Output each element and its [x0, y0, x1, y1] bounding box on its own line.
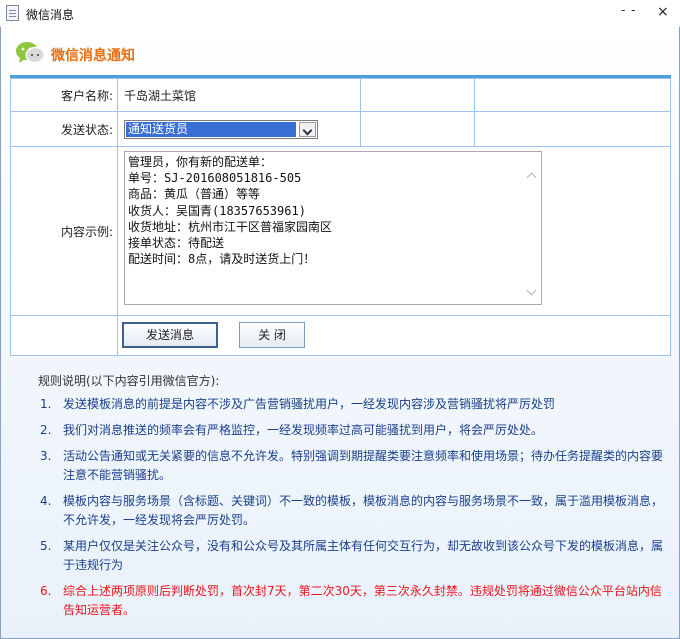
minimize-button[interactable]: - - [621, 3, 636, 17]
rule-item: 4. 模板内容与服务场景（含标题、关键词）不一致的模板，模板消息的内容与服务场景… [38, 492, 668, 530]
status-label: 发送状态: [10, 111, 118, 147]
rule-item: 1. 发送模板消息的前提是内容不涉及广告营销骚扰用户，一经发现内容涉及营销骚扰将… [38, 395, 668, 414]
empty-cell [474, 111, 671, 147]
content-line: 收货地址：杭州市江干区普福家园南区 [128, 219, 333, 234]
rule-number: 6. [40, 584, 52, 598]
wechat-icon [16, 42, 45, 64]
rule-number: 1. [40, 397, 52, 411]
rule-number: 2. [40, 423, 52, 437]
send-message-button[interactable]: 发送消息 [122, 322, 218, 348]
content-line: 接单状态：待配送 [128, 236, 225, 251]
content-line: 管理员，你有新的配送单： [128, 155, 273, 169]
rule-item: 6. 综合上述两项原则后判断处罚，首次封7天，第二次30天，第三次永久封禁。违规… [38, 582, 668, 620]
dialog-body: 微信消息通知 客户名称: 千岛湖土菜馆 发送状态: 通知送货员 内容示例: 管理… [0, 27, 680, 639]
scroll-up-icon[interactable] [526, 172, 537, 183]
window-titlebar: 微信消息 - - × [0, 0, 680, 27]
content-line: 单号：SJ-201608051816-505 [128, 171, 302, 186]
customer-label: 客户名称: [10, 78, 118, 112]
rule-text: 发送模板消息的前提是内容不涉及广告营销骚扰用户，一经发现内容涉及营销骚扰将严厉处… [63, 397, 556, 411]
chevron-down-icon[interactable] [299, 121, 316, 137]
dialog-header: 微信消息通知 [11, 37, 671, 73]
rule-item: 5. 某用户仅仅是关注公众号，没有和公众号及其所属主体有任何交互行为，却无故收到… [38, 537, 668, 575]
rule-item: 2. 我们对消息推送的频率会有严格监控，一经发现频率过高可能骚扰到用户，将会严厉… [38, 421, 668, 440]
empty-cell [360, 78, 475, 112]
content-label: 内容示例: [10, 146, 118, 316]
rule-text: 模板内容与服务场景（含标题、关键词）不一致的模板，模板消息的内容与服务场景不一致… [63, 494, 664, 527]
content-text: 管理员，你有新的配送单： 单号：SJ-201608051816-505 商品：黄… [126, 154, 332, 267]
empty-label-cell [10, 315, 118, 356]
rule-number: 3. [40, 449, 52, 463]
window-title: 微信消息 [26, 8, 75, 22]
rule-item: 3. 活动公告通知或无关紧要的信息不允许发。特别强调到期提醒类要注意频率和使用场… [38, 447, 668, 485]
rule-number: 4. [40, 494, 52, 508]
content-row: 内容示例: 管理员，你有新的配送单： 单号：SJ-201608051816-50… [10, 146, 671, 316]
rule-text: 综合上述两项原则后判断处罚，首次封7天，第二次30天，第三次永久封禁。违规处罚将… [63, 584, 662, 617]
rule-text: 我们对消息推送的频率会有严格监控，一经发现频率过高可能骚扰到用户，将会严厉处处。 [63, 423, 544, 437]
empty-cell [360, 111, 475, 147]
document-icon [6, 5, 19, 21]
customer-row: 客户名称: 千岛湖土菜馆 [10, 78, 671, 112]
status-row: 发送状态: 通知送货员 [10, 111, 671, 147]
scroll-down-icon[interactable] [526, 285, 537, 296]
content-line: 收货人：吴国青(18357653961) [128, 203, 306, 218]
close-window-button[interactable]: × [657, 4, 669, 20]
close-button[interactable]: 关 闭 [239, 322, 305, 348]
actions-cell: 发送消息 关 闭 [117, 315, 671, 356]
dialog-heading: 微信消息通知 [51, 48, 135, 64]
empty-cell [474, 78, 671, 112]
rules-section: 规则说明(以下内容引用微信官方): 1. 发送模板消息的前提是内容不涉及广告营销… [38, 372, 668, 627]
textarea-scrollbar[interactable] [524, 152, 541, 304]
content-line: 商品：黄瓜（普通）等等 [128, 187, 261, 202]
message-form: 客户名称: 千岛湖土菜馆 发送状态: 通知送货员 内容示例: 管理员，你有新的配… [10, 78, 671, 356]
rule-number: 5. [40, 539, 52, 553]
status-selected-value: 通知送货员 [126, 121, 296, 137]
content-cell: 管理员，你有新的配送单： 单号：SJ-201608051816-505 商品：黄… [117, 146, 671, 316]
customer-value: 千岛湖土菜馆 [117, 78, 361, 112]
status-cell: 通知送货员 [117, 111, 361, 147]
content-line: 配送时间：8点，请及时送货上门！ [128, 252, 316, 267]
rules-title: 规则说明(以下内容引用微信官方): [38, 374, 220, 388]
status-select[interactable]: 通知送货员 [124, 119, 318, 139]
actions-row: 发送消息 关 闭 [10, 315, 671, 356]
content-textarea[interactable]: 管理员，你有新的配送单： 单号：SJ-201608051816-505 商品：黄… [124, 151, 542, 305]
rule-text: 某用户仅仅是关注公众号，没有和公众号及其所属主体有任何交互行为，却无故收到该公众… [63, 539, 664, 572]
rule-text: 活动公告通知或无关紧要的信息不允许发。特别强调到期提醒类要注意频率和使用场景；待… [63, 449, 664, 482]
